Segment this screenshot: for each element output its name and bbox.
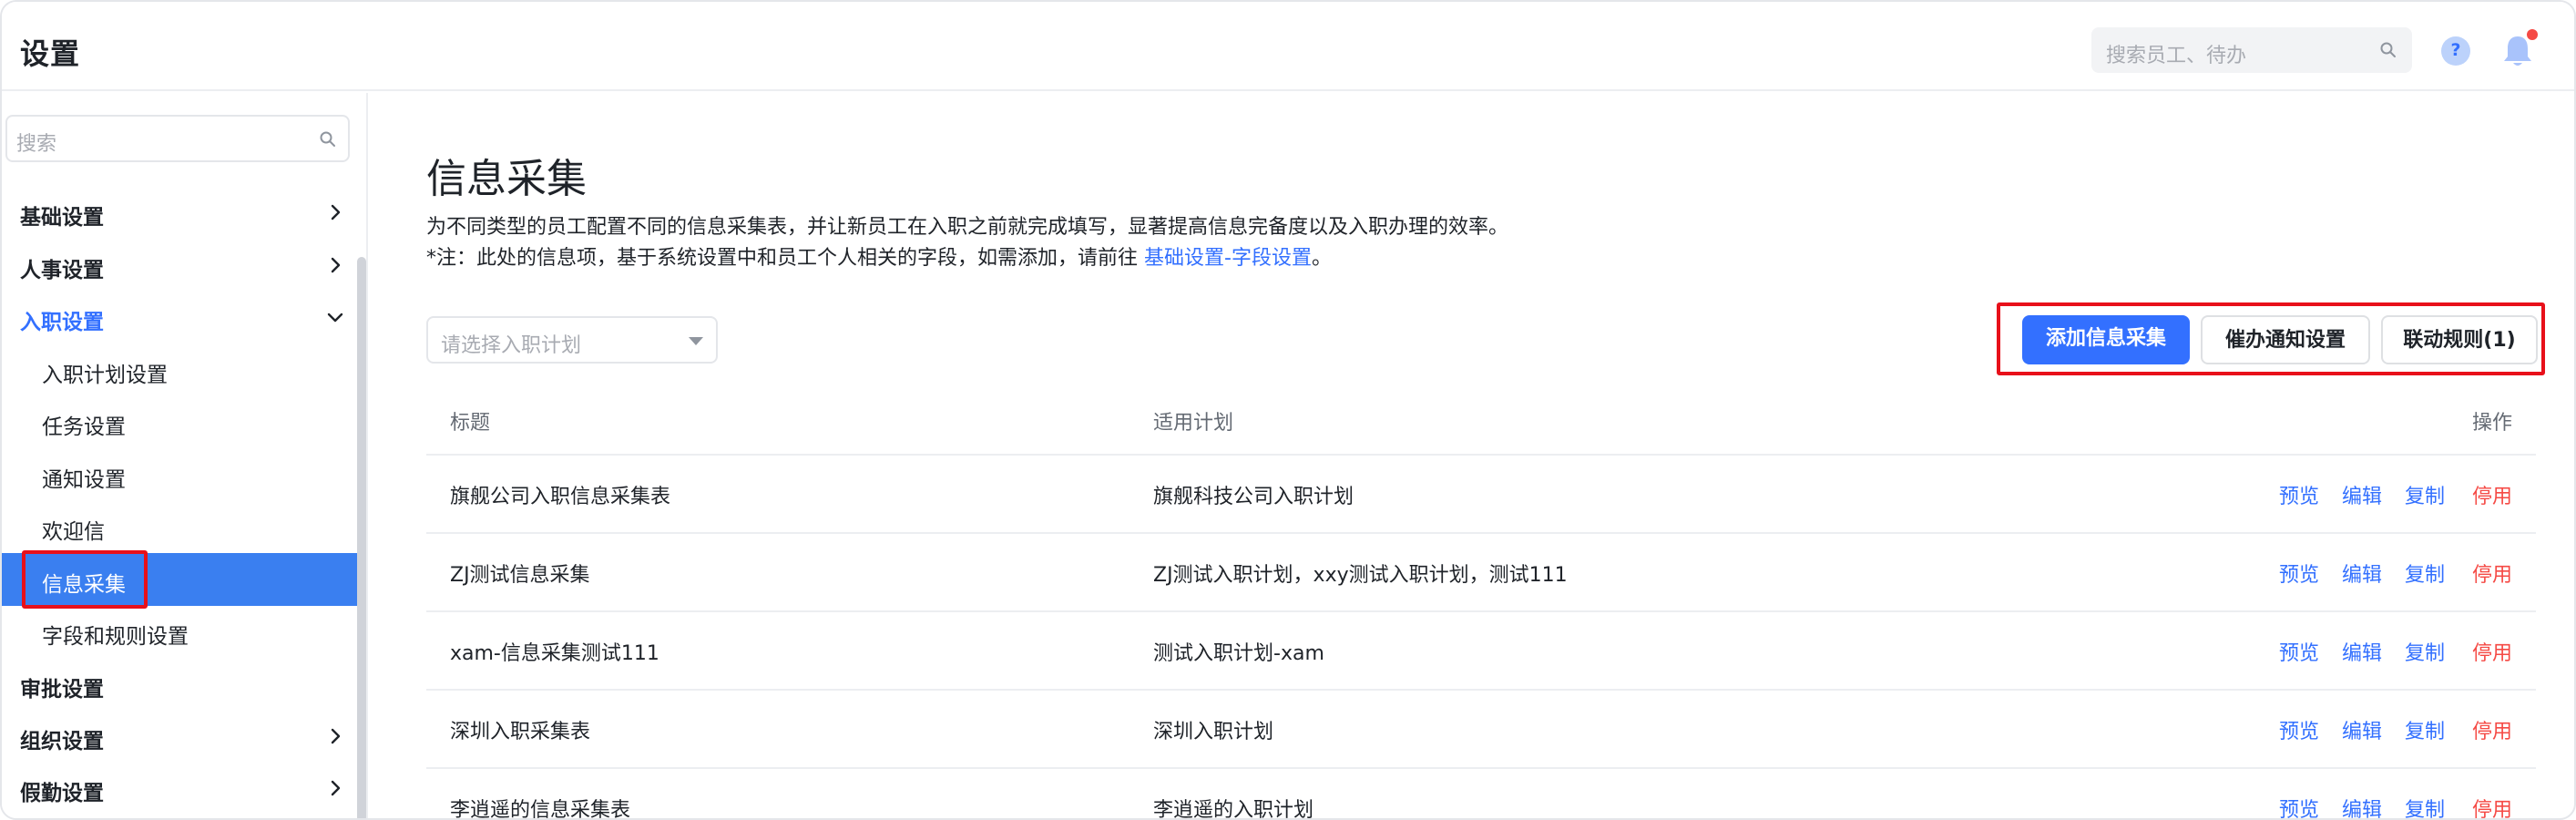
reminder-notification-settings-button[interactable]: 催办通知设置 <box>2201 315 2370 364</box>
copy-button[interactable]: 复制 <box>2405 794 2445 818</box>
disable-button[interactable]: 停用 <box>2472 559 2512 588</box>
copy-button[interactable]: 复制 <box>2405 637 2445 666</box>
sidebar-item-label: 审批设置 <box>20 678 104 702</box>
sidebar-item-info-collection[interactable]: 信息采集 <box>2 553 357 606</box>
preview-button[interactable]: 预览 <box>2279 715 2319 744</box>
table-row: 深圳入职采集表 深圳入职计划 预览 编辑 复制 停用 <box>426 691 2536 769</box>
field-settings-link[interactable]: 基础设置-字段设置 <box>1144 247 1312 270</box>
caret-down-icon <box>689 337 703 345</box>
note-prefix: *注：此处的信息项，基于系统设置中和员工个人相关的字段，如需添加，请前往 <box>426 247 1144 270</box>
disable-button[interactable]: 停用 <box>2472 794 2512 818</box>
disable-button[interactable]: 停用 <box>2472 480 2512 509</box>
row-title: 深圳入职采集表 <box>450 721 591 743</box>
sidebar-item-notification-settings[interactable]: 通知设置 <box>2 448 357 501</box>
chevron-right-icon <box>324 201 346 227</box>
global-search-placeholder: 搜索员工、待办 <box>2106 45 2247 67</box>
onboarding-plan-select[interactable]: 请选择入职计划 <box>426 316 718 364</box>
table-header: 标题 适用计划 操作 <box>426 388 2536 456</box>
search-icon[interactable] <box>2379 41 2397 63</box>
preview-button[interactable]: 预览 <box>2279 794 2319 818</box>
sidebar-item-welcome-letter[interactable]: 欢迎信 <box>2 500 357 553</box>
edit-button[interactable]: 编辑 <box>2342 559 2382 588</box>
sidebar-search-placeholder: 搜索 <box>16 133 57 156</box>
linkage-rules-button[interactable]: 联动规则(1) <box>2381 315 2538 364</box>
page-header-title: 设置 <box>20 36 81 71</box>
table-row: ZJ测试信息采集 ZJ测试入职计划，xxy测试入职计划，测试111 预览 编辑 … <box>426 534 2536 612</box>
copy-button[interactable]: 复制 <box>2405 559 2445 588</box>
search-icon[interactable] <box>319 130 337 152</box>
notification-dot <box>2527 29 2538 40</box>
preview-button[interactable]: 预览 <box>2279 637 2319 666</box>
sidebar-item-task-settings[interactable]: 任务设置 <box>2 395 357 448</box>
sidebar-item-attendance-settings[interactable]: 假勤设置 <box>2 762 357 815</box>
row-title: ZJ测试信息采集 <box>450 564 590 587</box>
sidebar-item-label: 欢迎信 <box>42 520 105 544</box>
sidebar: 搜索 基础设置 人事设置 入职设置 入职计划设置 任务设置 通知设置 欢迎信 信… <box>2 93 368 818</box>
sidebar-item-label: 字段和规则设置 <box>42 625 189 649</box>
sidebar-scrollbar[interactable] <box>357 257 366 818</box>
add-info-collection-button[interactable]: 添加信息采集 <box>2022 315 2190 364</box>
column-header-title: 标题 <box>450 412 491 435</box>
question-circle-icon[interactable]: ? <box>2441 36 2470 66</box>
sidebar-item-basic-settings[interactable]: 基础设置 <box>2 186 357 239</box>
sidebar-item-label: 入职计划设置 <box>42 364 168 387</box>
preview-button[interactable]: 预览 <box>2279 559 2319 588</box>
edit-button[interactable]: 编辑 <box>2342 715 2382 744</box>
copy-button[interactable]: 复制 <box>2405 715 2445 744</box>
global-search-input[interactable]: 搜索员工、待办 <box>2091 27 2412 73</box>
table-row: 李逍遥的信息采集表 李逍遥的入职计划 预览 编辑 复制 停用 <box>426 769 2536 820</box>
column-header-actions: 操作 <box>2472 412 2513 435</box>
help-label: ? <box>2450 40 2461 60</box>
table-row: 旗舰公司入职信息采集表 旗舰科技公司入职计划 预览 编辑 复制 停用 <box>426 456 2536 534</box>
chevron-down-icon <box>324 306 346 332</box>
bell-icon[interactable] <box>2501 29 2538 69</box>
row-plan: 测试入职计划-xam <box>1153 642 1324 665</box>
sidebar-item-onboarding-settings[interactable]: 入职设置 <box>2 291 357 343</box>
chevron-right-icon <box>324 254 346 280</box>
edit-button[interactable]: 编辑 <box>2342 480 2382 509</box>
sidebar-item-approval-settings[interactable]: 审批设置 <box>2 658 357 711</box>
disable-button[interactable]: 停用 <box>2472 715 2512 744</box>
column-header-plan: 适用计划 <box>1153 412 1234 435</box>
sidebar-search-input[interactable]: 搜索 <box>5 115 350 162</box>
row-title: 旗舰公司入职信息采集表 <box>450 486 671 508</box>
page-note: *注：此处的信息项，基于系统设置中和员工个人相关的字段，如需添加，请前往 基础设… <box>426 242 1332 275</box>
page-title: 信息采集 <box>426 156 587 202</box>
edit-button[interactable]: 编辑 <box>2342 794 2382 818</box>
sidebar-item-fields-and-rules[interactable]: 字段和规则设置 <box>2 605 357 658</box>
row-title: xam-信息采集测试111 <box>450 642 659 665</box>
sidebar-item-label: 假勤设置 <box>20 782 104 805</box>
sidebar-item-label: 基础设置 <box>20 206 104 230</box>
top-header: 设置 搜索员工、待办 ? <box>2 2 2574 91</box>
row-plan: 旗舰科技公司入职计划 <box>1153 486 1354 508</box>
info-collection-table: 标题 适用计划 操作 旗舰公司入职信息采集表 旗舰科技公司入职计划 预览 编辑 … <box>426 388 2536 820</box>
sidebar-item-label: 入职设置 <box>20 311 104 334</box>
sidebar-item-label: 人事设置 <box>20 259 104 282</box>
sidebar-item-label: 信息采集 <box>42 573 126 597</box>
chevron-right-icon <box>324 777 346 803</box>
copy-button[interactable]: 复制 <box>2405 480 2445 509</box>
page-description: 为不同类型的员工配置不同的信息采集表，并让新员工在入职之前就完成填写，显著提高信… <box>426 216 1509 239</box>
table-row: xam-信息采集测试111 测试入职计划-xam 预览 编辑 复制 停用 <box>426 612 2536 691</box>
sidebar-item-hr-settings[interactable]: 人事设置 <box>2 239 357 292</box>
plan-select-placeholder: 请选择入职计划 <box>441 334 582 357</box>
chevron-right-icon <box>324 725 346 751</box>
sidebar-item-onboarding-plan[interactable]: 入职计划设置 <box>2 343 357 396</box>
preview-button[interactable]: 预览 <box>2279 480 2319 509</box>
sidebar-item-label: 组织设置 <box>20 730 104 753</box>
note-suffix: 。 <box>1311 247 1332 270</box>
sidebar-item-org-settings[interactable]: 组织设置 <box>2 710 357 763</box>
row-title: 李逍遥的信息采集表 <box>450 799 631 820</box>
sidebar-item-label: 任务设置 <box>42 415 126 439</box>
row-plan: ZJ测试入职计划，xxy测试入职计划，测试111 <box>1153 564 1568 587</box>
sidebar-item-label: 通知设置 <box>42 468 126 492</box>
disable-button[interactable]: 停用 <box>2472 637 2512 666</box>
row-plan: 深圳入职计划 <box>1153 721 1274 743</box>
row-plan: 李逍遥的入职计划 <box>1153 799 1314 820</box>
edit-button[interactable]: 编辑 <box>2342 637 2382 666</box>
app-window: 设置 搜索员工、待办 ? 搜索 基础设置 人事设置 入职设置 入职计划设置 任务… <box>0 0 2576 820</box>
